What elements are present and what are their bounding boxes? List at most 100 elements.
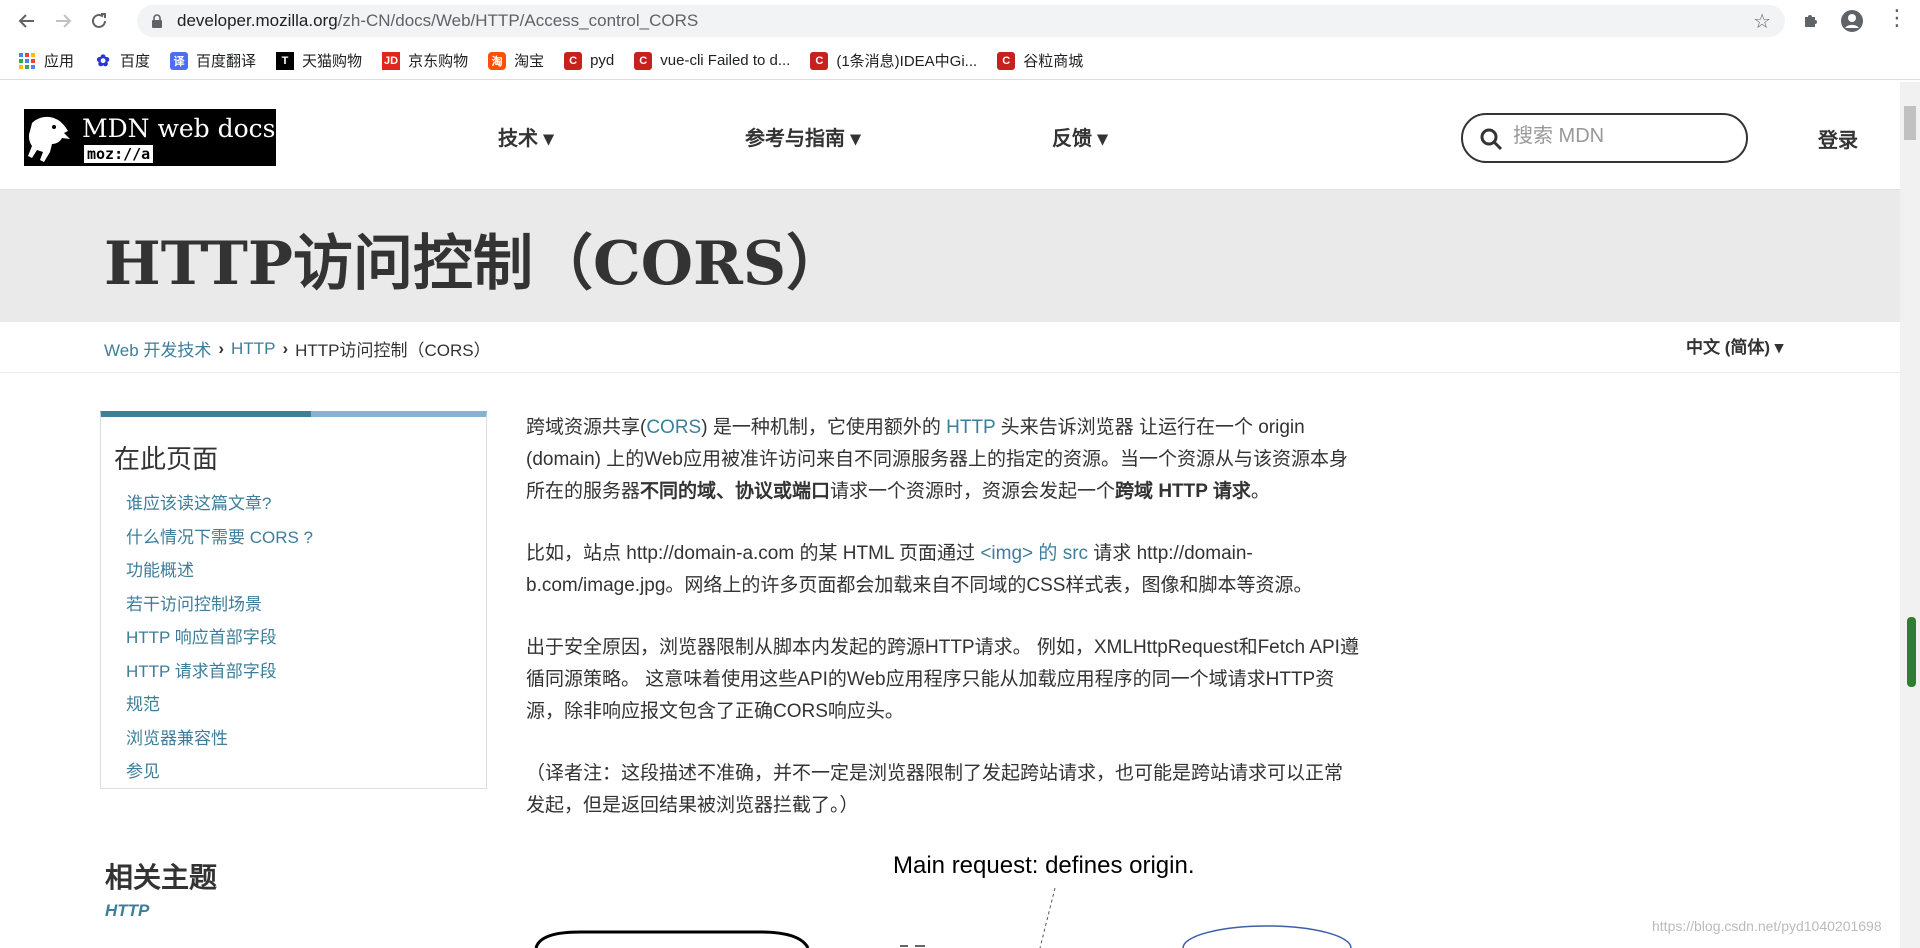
text: 比如，站点 http://domain-a.com 的某 HTML 页面通过 <box>526 543 981 564</box>
bookmark-item[interactable]: C vue-cli Failed to d... <box>634 51 791 70</box>
bookmark-label: 京东购物 <box>408 53 469 70</box>
toc-item[interactable]: HTTP 请求首部字段 <box>126 655 313 689</box>
diagram-caption: Main request: defines origin. <box>893 852 1195 879</box>
bookmark-item[interactable]: 淘 淘宝 <box>488 50 544 71</box>
bookmark-label: (1条消息)IDEA中Gi... <box>836 53 978 70</box>
profile-avatar-icon[interactable] <box>1841 10 1863 32</box>
bookmark-label: 淘宝 <box>514 53 545 70</box>
bookmark-item[interactable]: 译 百度翻译 <box>170 50 256 71</box>
baidu-paw-icon: ✿ <box>96 52 110 70</box>
bookmark-item[interactable]: C 谷粒商城 <box>997 50 1083 71</box>
forward-button[interactable] <box>50 8 76 34</box>
url-text: developer.mozilla.org/zh-CN/docs/Web/HTT… <box>177 11 699 30</box>
breadcrumb-current: HTTP访问控制（CORS） <box>295 341 491 360</box>
back-arrow-icon <box>18 14 34 28</box>
search-icon <box>1480 128 1503 151</box>
baidu-translate-icon: 译 <box>170 51 189 70</box>
paragraph-example: 比如，站点 http://domain-a.com 的某 HTML 页面通过 <… <box>526 538 1360 602</box>
mozilla-wordmark: moz://a <box>84 145 154 163</box>
toc-item[interactable]: 浏览器兼容性 <box>126 722 313 756</box>
bookmark-star-icon[interactable]: ☆ <box>1753 9 1771 33</box>
bookmark-item[interactable]: 应用 <box>18 50 74 71</box>
cors-diagram <box>534 887 1352 948</box>
paragraph-translator-note: （译者注：这段描述不准确，并不一定是浏览器限制了发起跨站请求，也可能是跨站请求可… <box>526 763 1344 816</box>
http-link[interactable]: HTTP <box>946 417 995 438</box>
nav-references-guides[interactable]: 参考与指南 ▾ <box>745 122 861 151</box>
forward-arrow-icon <box>56 14 72 28</box>
logo-title: MDN web docs <box>82 114 276 143</box>
chevron-right-icon: › <box>218 338 225 358</box>
toc-list: 谁应该读这篇文章? 什么情况下需要 CORS ? 功能概述 若干访问控制场景 H… <box>126 487 313 789</box>
csdn-icon: C <box>564 51 583 70</box>
bookmark-item[interactable]: C pyd <box>564 51 615 70</box>
breadcrumb-web-tech[interactable]: Web 开发技术 <box>104 336 211 361</box>
apps-grid-icon <box>18 52 36 70</box>
back-button[interactable] <box>14 8 40 34</box>
bookmark-label: vue-cli Failed to d... <box>660 52 791 69</box>
address-bar[interactable]: developer.mozilla.org/zh-CN/docs/Web/HTT… <box>137 5 1785 37</box>
toc-item[interactable]: 规范 <box>126 688 313 722</box>
language-selector[interactable]: 中文 (简体) ▾ <box>1686 333 1783 358</box>
toc-item[interactable]: HTTP 响应首部字段 <box>126 621 313 655</box>
nav-feedback[interactable]: 反馈 ▾ <box>1052 122 1108 151</box>
breadcrumb: Web 开发技术 › HTTP › HTTP访问控制（CORS） <box>104 336 491 361</box>
bookmark-label: pyd <box>590 52 615 69</box>
toc-item[interactable]: 若干访问控制场景 <box>126 588 313 622</box>
bookmark-item[interactable]: ✿ 百度 <box>94 50 150 71</box>
bookmark-item[interactable]: T 天猫购物 <box>276 50 362 71</box>
img-src-link[interactable]: <img> 的 src <box>980 543 1088 564</box>
related-http-link[interactable]: HTTP <box>105 901 149 921</box>
bookmark-label: 应用 <box>44 53 75 70</box>
extensions-puzzle-icon[interactable] <box>1802 10 1822 30</box>
login-link[interactable]: 登录 <box>1818 124 1858 153</box>
bookmark-label: 谷粒商城 <box>1023 53 1084 70</box>
chevron-right-icon: › <box>282 338 289 358</box>
text: ) 是一种机制，它使用额外的 <box>701 417 947 438</box>
cors-link[interactable]: CORS <box>646 417 701 438</box>
related-topics-title: 相关主题 <box>105 861 218 894</box>
csdn-watermark: https://blog.csdn.net/pyd1040201698 <box>1652 918 1882 934</box>
page-scrollbar[interactable] <box>1900 82 1920 948</box>
bookmark-item[interactable]: JD 京东购物 <box>382 50 468 71</box>
breadcrumb-http[interactable]: HTTP <box>231 339 275 359</box>
emphasis-text: 跨域 HTTP 请求 <box>1115 481 1251 502</box>
text: 请求一个资源时，资源会发起一个 <box>830 481 1116 502</box>
title-band: HTTP访问控制（CORS） <box>0 190 1900 322</box>
text: 。 <box>1250 481 1270 502</box>
search-input[interactable] <box>1513 125 1733 148</box>
toc-title: 在此页面 <box>114 445 219 475</box>
jd-icon: JD <box>382 51 401 70</box>
scroll-thumb[interactable] <box>1904 106 1916 140</box>
toc-item[interactable]: 什么情况下需要 CORS ? <box>126 521 313 555</box>
csdn-icon: C <box>634 51 653 70</box>
bookmarks-bar: 应用 ✿ 百度 译 百度翻译 T 天猫购物 JD 京东购物 淘 淘宝 C pyd… <box>0 42 1920 80</box>
bookmark-item[interactable]: C (1条消息)IDEA中Gi... <box>810 50 977 71</box>
taobao-icon: 淘 <box>488 51 507 70</box>
reload-icon <box>92 13 106 28</box>
menu-kebab-icon[interactable]: ⋮ <box>1886 6 1908 31</box>
nav-technologies[interactable]: 技术 ▾ <box>498 122 554 151</box>
toc-item[interactable]: 参见 <box>126 755 313 789</box>
table-of-contents: 在此页面 谁应该读这篇文章? 什么情况下需要 CORS ? 功能概述 若干访问控… <box>100 411 487 789</box>
paragraph-security: 出于安全原因，浏览器限制从脚本内发起的跨源HTTP请求。 例如，XMLHttpR… <box>526 637 1359 722</box>
text: 跨域资源共享( <box>526 417 647 438</box>
bookmark-label: 百度 <box>120 53 151 70</box>
csdn-icon: C <box>997 51 1016 70</box>
mdn-logo[interactable]: MDN web docs moz://a <box>24 109 276 166</box>
article-body: 跨域资源共享(CORS) 是一种机制，它使用额外的 HTTP 头来告诉浏览器 让… <box>526 412 1360 852</box>
browser-toolbar: developer.mozilla.org/zh-CN/docs/Web/HTT… <box>0 0 1920 42</box>
csdn-icon: C <box>810 51 829 70</box>
divider <box>0 372 1900 373</box>
page-title: HTTP访问控制（CORS） <box>104 229 847 299</box>
scroll-indicator <box>1907 617 1916 687</box>
search-box[interactable] <box>1461 113 1748 163</box>
reload-button[interactable] <box>86 8 112 34</box>
bookmark-label: 天猫购物 <box>302 53 363 70</box>
toc-item[interactable]: 功能概述 <box>126 554 313 588</box>
toc-item[interactable]: 谁应该读这篇文章? <box>126 487 313 521</box>
emphasis-text: 不同的域、协议或端口 <box>640 481 831 502</box>
dinosaur-logo-icon <box>28 116 70 162</box>
site-header: MDN web docs moz://a 技术 ▾ 参考与指南 ▾ 反馈 ▾ 登… <box>0 82 1900 190</box>
bookmark-label: 百度翻译 <box>196 53 257 70</box>
tmall-icon: T <box>276 51 295 70</box>
